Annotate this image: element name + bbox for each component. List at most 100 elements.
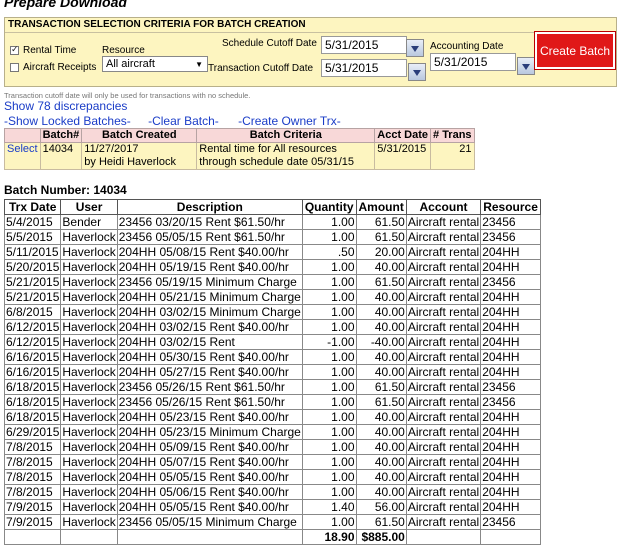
batch-trans-count: 21: [430, 142, 475, 170]
trx-date: 6/16/2015: [3, 349, 62, 365]
trx-amount: 40.00: [355, 484, 407, 500]
total-quantity: 18.90: [301, 529, 357, 545]
aircraft-receipts-checkbox[interactable]: [10, 63, 19, 72]
trx-resource: 204HH: [480, 439, 541, 455]
show-locked-batches-link[interactable]: -Show Locked Batches-: [4, 114, 131, 128]
trx-user: Haverlock: [60, 259, 118, 275]
trx-description: 204HH 05/09/15 Rent $40.00/hr: [116, 439, 303, 455]
trx-account: Aircraft rental: [405, 379, 482, 395]
show-discrepancies-link[interactable]: Show 78 discrepancies: [4, 99, 127, 113]
table-row: 7/8/2015 Haverlock 204HH 05/06/15 Rent $40…: [3, 484, 541, 500]
rental-time-label: Rental Time: [23, 45, 77, 56]
calendar-dropdown-icon[interactable]: [406, 39, 424, 57]
trx-description: 23456 05/05/15 Minimum Charge: [116, 514, 303, 530]
trx-description: 23456 05/26/15 Rent $61.50/hr: [116, 394, 303, 410]
trx-amount: 40.00: [355, 364, 407, 380]
trx-description: 204HH 05/06/15 Rent $40.00/hr: [116, 484, 303, 500]
trx-account: Aircraft rental: [405, 349, 482, 365]
trx-resource: 204HH: [480, 424, 541, 440]
trx-resource: 204HH: [480, 499, 541, 515]
table-row: 6/16/2015 Haverlock 204HH 05/30/15 Rent $4…: [3, 349, 541, 365]
trx-resource: 204HH: [480, 244, 541, 260]
trx-user: Haverlock: [60, 244, 118, 260]
trx-user: Haverlock: [60, 349, 118, 365]
trx-description: 23456 03/20/15 Rent $61.50/hr: [116, 214, 303, 230]
create-batch-button[interactable]: Create Batch: [534, 31, 616, 70]
trx-description: 23456 05/19/15 Minimum Charge: [116, 274, 303, 290]
trx-resource: 204HH: [480, 484, 541, 500]
trx-quantity: 1.00: [301, 319, 357, 335]
aircraft-receipts-label: Aircraft Receipts: [23, 62, 97, 73]
trx-date: 7/8/2015: [3, 484, 62, 500]
trx-amount: 61.50: [355, 274, 407, 290]
table-row: 6/29/2015 Haverlock 204HH 05/23/15 Minimum…: [3, 424, 541, 440]
calendar-dropdown-icon[interactable]: [408, 63, 426, 81]
col-header: Batch#: [39, 128, 83, 143]
trx-amount: 61.50: [355, 394, 407, 410]
rental-time-option[interactable]: Rental Time: [10, 44, 77, 56]
page-title: Prepare Download: [4, 0, 127, 10]
batch-number-heading: Batch Number: 14034: [4, 183, 127, 197]
calendar-dropdown-icon[interactable]: [517, 57, 535, 75]
trx-description: 23456 05/26/15 Rent $61.50/hr: [116, 379, 303, 395]
trx-amount: 40.00: [355, 424, 407, 440]
resource-select[interactable]: All aircraft ▼: [102, 56, 208, 72]
trx-account: Aircraft rental: [405, 409, 482, 425]
trx-quantity: 1.00: [301, 364, 357, 380]
trx-date: 7/8/2015: [3, 469, 62, 485]
trx-account: Aircraft rental: [405, 514, 482, 530]
accounting-date-input[interactable]: 5/31/2015: [430, 53, 516, 71]
trx-amount: 40.00: [355, 319, 407, 335]
trx-account: Aircraft rental: [405, 274, 482, 290]
rental-time-checkbox[interactable]: [10, 44, 19, 55]
trx-amount: 40.00: [355, 454, 407, 470]
batch-criteria-line: Rental time for All resources: [199, 143, 337, 155]
batch-criteria: Rental time for All resources through sch…: [196, 142, 376, 170]
col-header: # Trans: [430, 128, 475, 143]
batch-number: 14034: [39, 142, 83, 170]
trx-quantity: 1.40: [301, 499, 357, 515]
trx-user: Haverlock: [60, 289, 118, 305]
trx-account: Aircraft rental: [405, 229, 482, 245]
aircraft-receipts-option[interactable]: Aircraft Receipts: [10, 62, 96, 73]
trx-user: Haverlock: [60, 394, 118, 410]
transaction-cutoff-input[interactable]: 5/31/2015: [321, 59, 407, 77]
table-row: 7/8/2015 Haverlock 204HH 05/09/15 Rent $40…: [3, 439, 541, 455]
trx-user: Bender: [60, 214, 118, 230]
table-row: 7/9/2015 Haverlock 23456 05/05/15 Minimum …: [3, 514, 541, 530]
trx-date: 7/9/2015: [3, 499, 62, 515]
trx-account: Aircraft rental: [405, 364, 482, 380]
trx-description: 204HH 05/27/15 Rent $40.00/hr: [116, 364, 303, 380]
trx-quantity: -1.00: [301, 334, 357, 350]
select-batch-link[interactable]: Select: [4, 142, 41, 170]
trx-description: 204HH 05/05/15 Rent $40.00/hr: [116, 469, 303, 485]
clear-batch-link[interactable]: -Clear Batch-: [148, 114, 219, 128]
col-header: Batch Criteria: [196, 128, 376, 143]
batch-acct-date: 5/31/2015: [374, 142, 432, 170]
table-row: 6/12/2015 Haverlock 204HH 03/02/15 Rent -1.…: [3, 334, 541, 350]
trx-date: 5/21/2015: [3, 289, 62, 305]
trx-account: Aircraft rental: [405, 214, 482, 230]
trx-resource: 204HH: [480, 319, 541, 335]
trx-amount: 61.50: [355, 229, 407, 245]
trx-quantity: 1.00: [301, 349, 357, 365]
trx-amount: 61.50: [355, 379, 407, 395]
trx-date: 5/4/2015: [3, 214, 62, 230]
transactions-header: Trx Date User Description Quantity Amoun…: [3, 199, 541, 215]
trx-date: 7/8/2015: [3, 454, 62, 470]
create-owner-trx-link[interactable]: -Create Owner Trx-: [238, 114, 341, 128]
trx-user: Haverlock: [60, 484, 118, 500]
trx-user: Haverlock: [60, 514, 118, 530]
trx-description: 204HH 05/23/15 Rent $40.00/hr: [116, 409, 303, 425]
trx-amount: 61.50: [355, 214, 407, 230]
trx-quantity: 1.00: [301, 439, 357, 455]
resource-select-value: All aircraft: [106, 58, 155, 70]
trx-user: Haverlock: [60, 499, 118, 515]
trx-resource: 204HH: [480, 289, 541, 305]
trx-account: Aircraft rental: [405, 259, 482, 275]
batch-created-by: by Heidi Haverlock: [84, 156, 176, 168]
trx-date: 6/12/2015: [3, 334, 62, 350]
trx-quantity: 1.00: [301, 454, 357, 470]
schedule-cutoff-input[interactable]: 5/31/2015: [321, 36, 407, 54]
trx-description: 204HH 05/19/15 Rent $40.00/hr: [116, 259, 303, 275]
